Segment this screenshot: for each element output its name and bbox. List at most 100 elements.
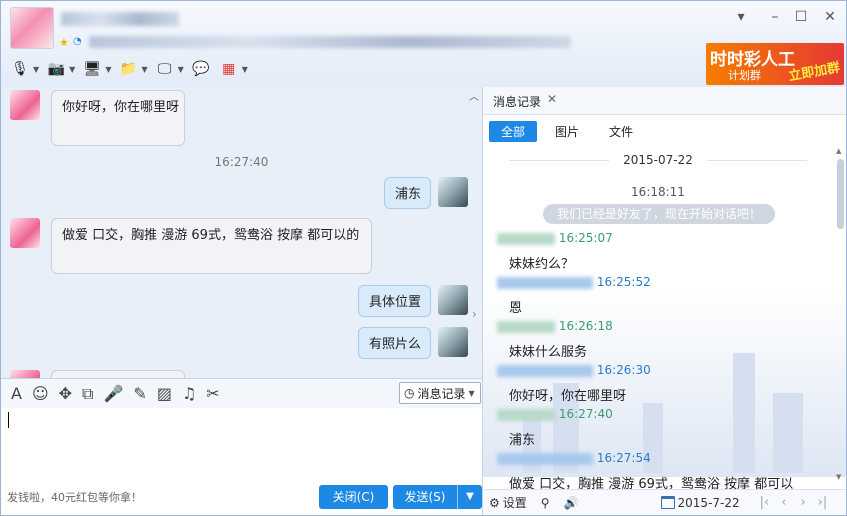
contact-signature-blurred: [89, 36, 571, 48]
toolbar-voice[interactable]: 🎙 ▼: [9, 58, 39, 80]
message-input[interactable]: [1, 408, 482, 482]
skyline-decoration: [773, 393, 803, 473]
history-panel: 消息记录 ✕ 全部 图片 文件 2015-07-22 16:18:11 我们已经…: [482, 87, 846, 515]
send-options-button[interactable]: ▼: [457, 485, 482, 509]
maximize-button[interactable]: ☐: [791, 7, 811, 27]
toolbar-screen[interactable]: 🖥 ▼: [81, 58, 111, 80]
text-cursor: [8, 412, 9, 428]
first-page-icon[interactable]: |‹: [760, 495, 770, 510]
message-bubble: 你好呀，你在哪里呀: [51, 90, 185, 146]
toolbar-file[interactable]: 📁 ▼: [117, 58, 148, 80]
entry-time: 16:27:40: [558, 407, 613, 421]
history-filters: 全部 图片 文件: [489, 121, 645, 142]
chat-messages: ︿ 你好呀，你在哪里呀 16:27:40 浦东 做爱 口交，胸推 漫游 69式，…: [1, 87, 482, 378]
message-bubble: 浦东: [384, 177, 431, 209]
file-transfer-icon: 📁: [119, 61, 138, 77]
microphone-icon: 🎙: [11, 61, 29, 77]
chevron-down-icon[interactable]: ▼: [178, 65, 184, 74]
edit-icon[interactable]: ✎: [133, 384, 146, 403]
history-entry-header: 16:25:52: [497, 275, 651, 291]
filter-files[interactable]: 文件: [597, 121, 645, 142]
chat-toolbar: 🎙 ▼ 📷 ▼ 🖥 ▼ 📁 ▼ 🖵 ▼ 💬 ▦ ▼: [9, 55, 248, 83]
camera-icon: 📷: [47, 61, 65, 77]
promo-hint[interactable]: 发钱啦，40元红包等你拿！: [7, 489, 142, 505]
avatar[interactable]: [10, 90, 40, 120]
avatar[interactable]: [438, 327, 468, 357]
image-icon[interactable]: ▨: [157, 384, 172, 403]
chevron-down-icon[interactable]: ▼: [105, 65, 111, 74]
ad-banner[interactable]: 时时彩人工 计划群 立即加群: [706, 43, 844, 85]
close-button[interactable]: 关闭(C): [319, 485, 388, 509]
chevron-down-icon[interactable]: ▼: [33, 65, 39, 74]
toolbar-addapp[interactable]: 💬: [190, 58, 212, 80]
avatar[interactable]: [10, 370, 40, 378]
speaker-icon[interactable]: 🔊: [564, 496, 579, 510]
filter-all[interactable]: 全部: [489, 121, 538, 142]
system-message: 我们已经是好友了，现在开始对话吧！: [543, 204, 775, 224]
voice-icon[interactable]: 🎤: [103, 384, 123, 403]
date-label: 2015-07-22: [623, 153, 693, 167]
settings-button[interactable]: ⚙ 设置: [489, 494, 527, 511]
cut-icon[interactable]: ✂: [206, 384, 219, 403]
history-entry-header: 16:26:18: [497, 319, 613, 335]
prev-page-icon[interactable]: ‹: [781, 495, 786, 510]
toolbar-remote[interactable]: 🖵 ▼: [154, 58, 184, 80]
send-button[interactable]: 发送(S): [393, 485, 457, 509]
search-icon[interactable]: ⚲: [541, 496, 550, 510]
filter-images[interactable]: 图片: [543, 121, 591, 142]
panel-toggle-icon[interactable]: ›: [472, 307, 477, 321]
contact-avatar[interactable]: [10, 7, 54, 49]
history-entry-header: 16:27:40: [497, 407, 613, 423]
scroll-thumb[interactable]: [837, 159, 844, 229]
history-scrollbar[interactable]: ▲ ▼: [836, 147, 845, 481]
collapse-icon[interactable]: ︿: [469, 88, 479, 103]
scroll-up-icon[interactable]: ▲: [836, 147, 841, 155]
status-icon: ◔: [73, 36, 82, 47]
sender-name-blurred: [497, 364, 593, 377]
title-bar: ★ ◔ ▾ – ☐ ✕ 🎙 ▼ 📷 ▼ 🖥 ▼ 📁 ▼ 🖵 ▼ 💬 ▦ ▼ 时时彩人工 计划…: [1, 1, 846, 87]
gear-icon: ⚙: [489, 495, 500, 510]
chevron-down-icon[interactable]: ▼: [141, 65, 147, 74]
message-bubble-partial: [51, 370, 185, 378]
emoji-icon[interactable]: ☺: [32, 384, 49, 403]
ad-subtitle: 计划群: [728, 69, 761, 82]
window-menu-icon[interactable]: ▾: [731, 7, 751, 27]
last-page-icon[interactable]: ›|: [818, 495, 828, 510]
next-page-icon[interactable]: ›: [800, 495, 805, 510]
message-bubble: 具体位置: [358, 285, 431, 317]
history-entry-text: 妹妹约么？: [509, 257, 575, 272]
toolbar-video[interactable]: 📷 ▼: [45, 58, 75, 80]
chevron-down-icon[interactable]: ▼: [242, 65, 248, 74]
sender-name-blurred: [497, 452, 593, 465]
scroll-down-icon[interactable]: ▼: [836, 473, 841, 481]
message-bubble: 有照片么: [358, 327, 431, 359]
history-entry-header: 16:26:30: [497, 363, 651, 379]
minimize-button[interactable]: –: [765, 7, 785, 27]
sender-name-blurred: [497, 232, 555, 245]
history-entry-text: 你好呀，你在哪里呀: [509, 389, 627, 404]
message-history-button[interactable]: ◷ 消息记录 ▼: [399, 382, 481, 404]
star-icon: ★: [59, 36, 69, 49]
font-icon[interactable]: A: [11, 384, 22, 403]
chevron-down-icon: ▼: [468, 388, 475, 398]
sender-name-blurred: [497, 320, 555, 333]
chevron-down-icon[interactable]: ▼: [69, 65, 75, 74]
entry-time: 16:26:30: [596, 363, 651, 377]
tab-history[interactable]: 消息记录: [493, 93, 541, 110]
close-window-button[interactable]: ✕: [820, 7, 840, 27]
history-label: 消息记录: [417, 386, 466, 401]
close-icon[interactable]: ✕: [547, 92, 557, 106]
avatar[interactable]: [438, 177, 468, 207]
screenshot-icon[interactable]: ⧉: [82, 384, 93, 404]
screen-share-icon: 🖥: [83, 61, 102, 77]
toolbar-apps[interactable]: ▦ ▼: [218, 58, 248, 80]
music-icon[interactable]: ♫: [182, 384, 196, 403]
clock-icon: ◷: [404, 386, 415, 400]
entry-time: 16:25:52: [596, 275, 651, 289]
shake-icon[interactable]: ✥: [59, 384, 72, 403]
apps-grid-icon: ▦: [222, 61, 236, 77]
avatar[interactable]: [438, 285, 468, 315]
date-picker[interactable]: 2015-7-22: [660, 496, 740, 510]
avatar[interactable]: [10, 218, 40, 248]
contact-name-blurred: [61, 12, 179, 26]
